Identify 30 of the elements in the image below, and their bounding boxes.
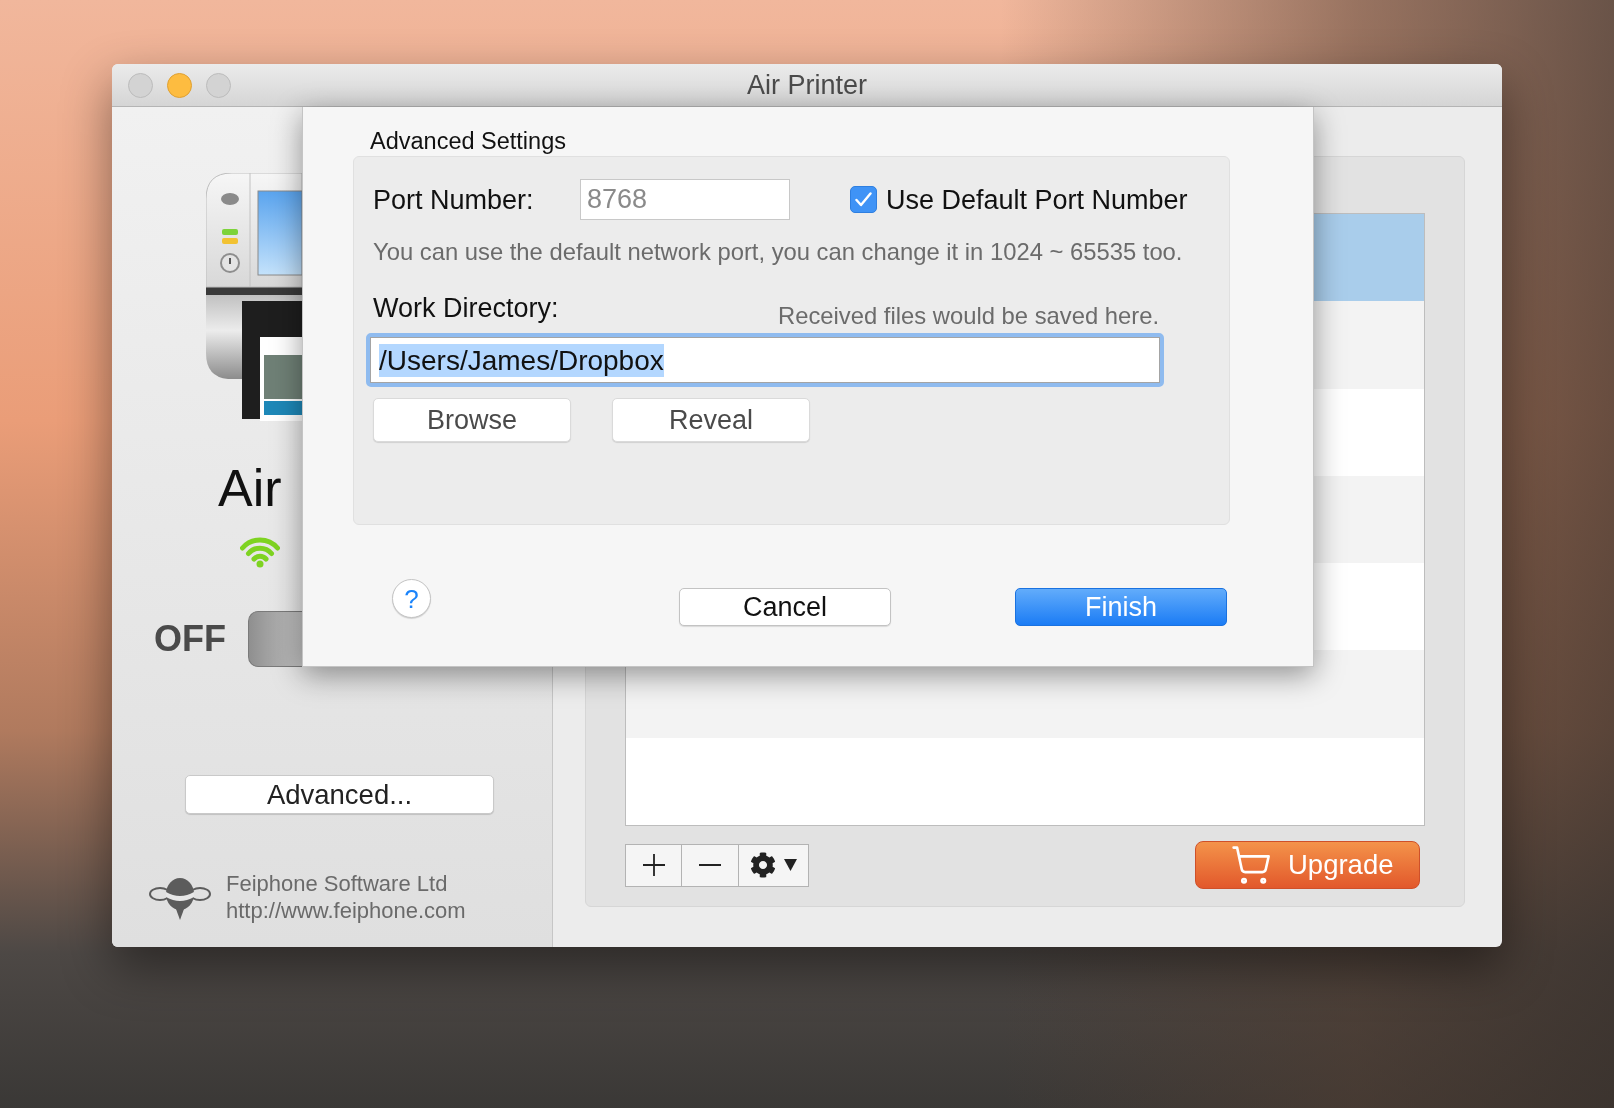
minimize-button[interactable] xyxy=(167,72,192,98)
app-name: Air xyxy=(218,462,282,514)
add-button[interactable] xyxy=(625,843,682,887)
checkbox[interactable] xyxy=(850,186,877,213)
port-label: Port Number: xyxy=(373,183,535,216)
directory-hint: Received files would be saved here. xyxy=(778,302,1159,330)
company-name: Feiphone Software Ltd xyxy=(226,870,449,897)
checkbox-label[interactable]: Use Default Port Number xyxy=(886,183,1188,216)
gear-icon xyxy=(750,852,776,878)
close-button[interactable] xyxy=(128,72,153,98)
directory-label: Work Directory: xyxy=(373,292,559,324)
checkmark-icon xyxy=(855,192,872,207)
directory-field[interactable]: /Users/James/Dropbox xyxy=(366,333,1164,387)
sheet-title: Advanced Settings xyxy=(370,128,566,154)
website-link[interactable]: http://www.feiphone.com xyxy=(226,897,466,924)
directory-action-button[interactable]: Reveal xyxy=(612,398,810,442)
zoom-button[interactable] xyxy=(206,72,231,98)
port-hint: You can use the default network port, you can change it in 1024 ~ 65535 too. xyxy=(373,238,1183,266)
cart-icon xyxy=(1230,844,1272,886)
power-state-label: OFF xyxy=(154,621,226,657)
caret-icon xyxy=(784,859,797,871)
dialog-button[interactable]: Cancel xyxy=(679,588,891,626)
window-title: Air Printer xyxy=(747,69,867,101)
help-button[interactable]: ? xyxy=(392,579,431,618)
directory-action-button[interactable]: Browse xyxy=(373,398,571,442)
advanced-button[interactable]: Advanced... xyxy=(185,775,494,814)
settings-menu-button[interactable] xyxy=(738,843,809,887)
minus-icon xyxy=(699,864,721,866)
power-switch[interactable] xyxy=(248,611,302,667)
plus-icon xyxy=(642,854,665,876)
